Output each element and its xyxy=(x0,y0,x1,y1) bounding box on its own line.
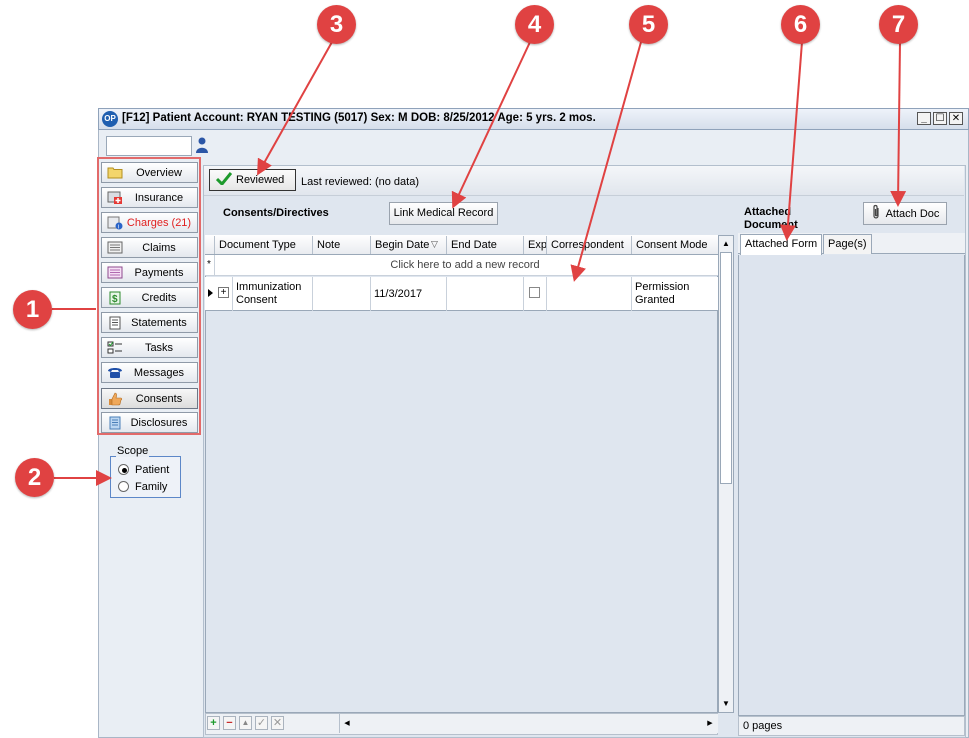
cancel-edit-button[interactable]: ✕ xyxy=(271,716,284,730)
column-header-document-type[interactable]: Document Type xyxy=(214,236,312,254)
disclosure-icon xyxy=(105,415,125,430)
cell-note[interactable] xyxy=(312,277,370,311)
maximize-button[interactable]: ☐ xyxy=(933,112,947,125)
window-title: [F12] Patient Account: RYAN TESTING (501… xyxy=(122,112,596,124)
add-new-record-text[interactable]: Click here to add a new record xyxy=(214,259,716,271)
last-reviewed-text: Last reviewed: (no data) xyxy=(301,176,420,188)
attach-doc-button[interactable]: Attach Doc xyxy=(863,202,947,225)
nav-label: Statements xyxy=(131,316,187,329)
scope-patient-radio[interactable] xyxy=(118,464,129,475)
grid-horizontal-scrollbar[interactable] xyxy=(339,714,718,733)
nav-insurance[interactable]: Insurance xyxy=(101,187,198,208)
expired-checkbox[interactable] xyxy=(529,287,540,298)
column-header-note[interactable]: Note xyxy=(312,236,370,254)
scroll-up-arrow-icon[interactable]: ▲ xyxy=(720,237,732,251)
patient-lookup-icon[interactable] xyxy=(194,136,210,156)
row-selector-icon xyxy=(208,289,213,297)
dollar-icon: $ xyxy=(105,290,125,305)
section-title: Consents/Directives xyxy=(223,207,329,219)
attach-doc-label: Attach Doc xyxy=(885,207,940,220)
new-row-marker: * xyxy=(207,259,211,270)
tab-pages[interactable]: Page(s) xyxy=(823,234,872,254)
cell-consent-mode[interactable]: Permission Granted xyxy=(631,277,718,311)
nav-charges[interactable]: i Charges (21) xyxy=(101,212,198,233)
svg-text:i: i xyxy=(118,224,119,230)
nav-credits[interactable]: $ Credits xyxy=(101,287,198,308)
cell-begin-date[interactable]: 11/3/2017 xyxy=(370,277,446,311)
nav-claims[interactable]: Claims xyxy=(101,237,198,258)
nav-label: Tasks xyxy=(144,341,174,354)
scroll-down-arrow-icon[interactable]: ▼ xyxy=(720,697,732,711)
callout-7: 7 xyxy=(879,5,918,44)
scroll-left-arrow-icon[interactable]: ◀ xyxy=(342,717,352,731)
nav-label: Payments xyxy=(134,266,184,279)
expand-row-icon[interactable]: + xyxy=(218,287,229,298)
column-header-correspondent[interactable]: Correspondent xyxy=(546,236,631,254)
scroll-thumb[interactable] xyxy=(720,252,732,484)
minimize-button[interactable]: _ xyxy=(917,112,931,125)
nav-label: Disclosures xyxy=(130,416,188,429)
nav-consents[interactable]: Consents xyxy=(101,388,198,409)
nav-overview[interactable]: Overview xyxy=(101,162,198,183)
scroll-right-arrow-icon[interactable]: ▶ xyxy=(705,717,715,731)
cell-end-date[interactable] xyxy=(446,277,523,311)
app-logo-icon: OP xyxy=(102,111,118,127)
claims-icon xyxy=(105,240,125,255)
payments-icon xyxy=(105,265,125,280)
link-medical-record-button[interactable]: Link Medical Record xyxy=(389,202,498,225)
callout-6: 6 xyxy=(781,5,820,44)
column-header-expired[interactable]: Exp xyxy=(523,236,546,254)
reviewed-button[interactable]: Reviewed xyxy=(209,169,296,191)
thumbs-up-icon xyxy=(105,391,125,406)
nav-label: Insurance xyxy=(134,191,184,204)
nav-payments[interactable]: Payments xyxy=(101,262,198,283)
add-record-button[interactable]: + xyxy=(207,716,220,730)
nav-label: Charges (21) xyxy=(126,216,192,229)
statement-icon xyxy=(105,315,125,330)
nav-tasks[interactable]: Tasks xyxy=(101,337,198,358)
nav-messages[interactable]: Messages xyxy=(101,362,198,383)
nav-label: Credits xyxy=(141,291,177,304)
paperclip-icon xyxy=(871,204,881,223)
svg-text:$: $ xyxy=(112,294,118,305)
document-preview-area xyxy=(738,255,965,716)
nav-label: Consents xyxy=(135,392,183,405)
nav-disclosures[interactable]: Disclosures xyxy=(101,412,198,433)
scope-legend: Scope xyxy=(116,445,150,457)
insurance-card-icon xyxy=(105,190,125,205)
scope-patient-label: Patient xyxy=(135,464,170,476)
callout-2: 2 xyxy=(15,458,54,497)
charges-icon: i xyxy=(105,215,125,230)
tasks-icon xyxy=(105,340,125,355)
cell-document-type[interactable]: Immunization Consent xyxy=(232,277,312,311)
nav-statements[interactable]: Statements xyxy=(101,312,198,333)
phone-icon xyxy=(105,365,125,380)
column-header-begin-date[interactable]: Begin Date xyxy=(370,236,432,254)
save-record-button[interactable]: ✓ xyxy=(255,716,268,730)
scope-family-radio[interactable] xyxy=(118,481,129,492)
page-count-status: 0 pages xyxy=(738,716,965,736)
delete-record-button[interactable]: − xyxy=(223,716,236,730)
scope-family-label: Family xyxy=(135,481,168,493)
column-header-end-date[interactable]: End Date xyxy=(446,236,523,254)
reviewed-label: Reviewed xyxy=(236,174,285,186)
patient-search-input[interactable] xyxy=(106,136,192,156)
attached-document-label: Attached Document xyxy=(744,206,798,231)
nav-label: Messages xyxy=(133,366,185,379)
nav-label: Overview xyxy=(136,166,182,179)
callout-1: 1 xyxy=(13,290,52,329)
callout-4: 4 xyxy=(515,5,554,44)
checkmark-icon xyxy=(215,172,233,188)
callout-5: 5 xyxy=(629,5,668,44)
folder-icon xyxy=(105,165,125,180)
sort-descending-icon: ▽ xyxy=(431,239,438,249)
move-up-button[interactable]: ▲ xyxy=(239,716,252,730)
tab-attached-form[interactable]: Attached Form xyxy=(740,234,823,255)
callout-3: 3 xyxy=(317,5,356,44)
nav-label: Claims xyxy=(142,241,176,254)
cell-correspondent[interactable] xyxy=(546,277,631,311)
column-header-consent-mode[interactable]: Consent Mode xyxy=(631,236,718,254)
close-button[interactable]: ✕ xyxy=(949,112,963,125)
